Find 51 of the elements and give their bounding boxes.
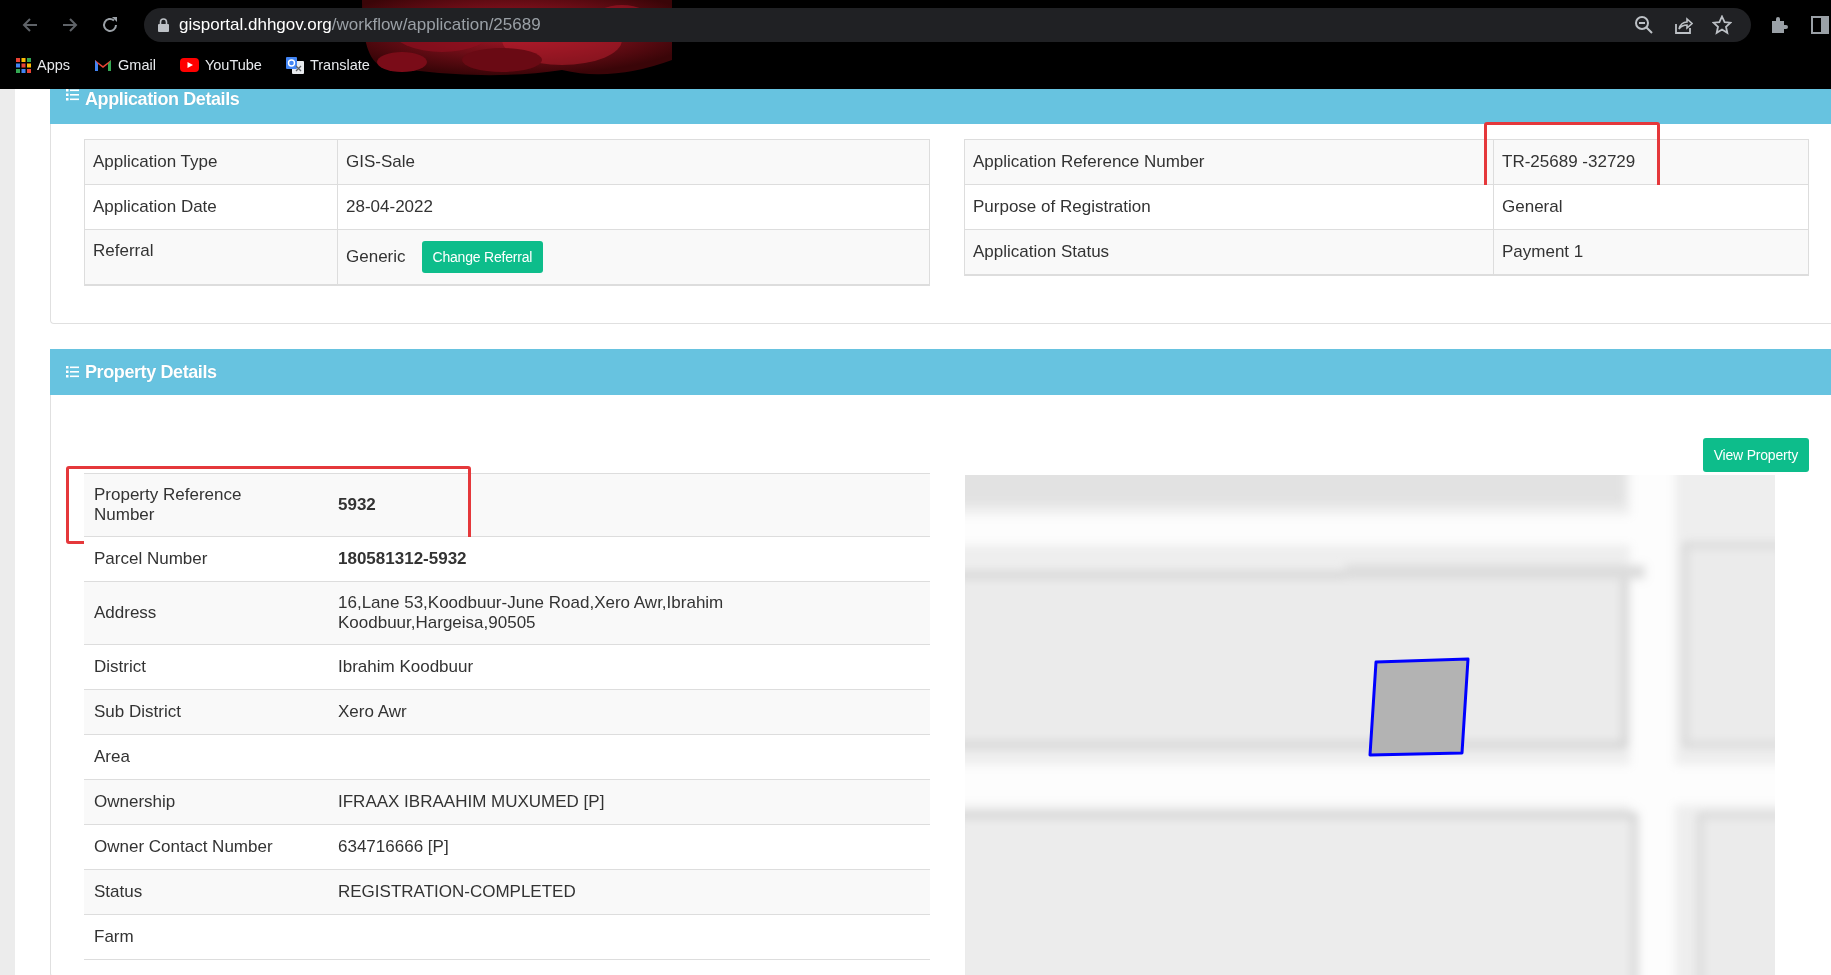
field-label: Parcel Number <box>94 549 208 569</box>
field-value: 5932 <box>338 495 376 515</box>
section-title: Application Details <box>85 89 240 110</box>
field-label: Area <box>94 747 130 767</box>
field-label: District <box>94 657 146 677</box>
field-label: Sub District <box>94 702 181 722</box>
field-label: Ownership <box>94 792 176 812</box>
list-icon <box>66 366 79 378</box>
field-value: 28-04-2022 <box>346 197 433 217</box>
zoom-out-icon[interactable] <box>1634 15 1654 35</box>
bookmark[interactable]: Gmail <box>94 57 156 73</box>
field-value: 16,Lane 53,Koodbuur-June Road,Xero Awr,Ibrahim Koodbuur,Hargeisa,90505 <box>338 593 725 633</box>
share-icon[interactable] <box>1673 15 1693 35</box>
bookmark[interactable]: Apps <box>16 57 71 73</box>
field-value: 180581312-5932 <box>338 549 467 569</box>
field-label: Owner Contact Number <box>94 837 273 857</box>
star-icon[interactable] <box>1712 15 1732 35</box>
lock-icon <box>158 18 169 32</box>
list-icon <box>66 89 79 101</box>
section-title: Property Details <box>85 361 217 383</box>
field-label: Address <box>94 603 157 623</box>
field-value: GIS-Sale <box>346 152 415 172</box>
field-label: Application Reference Number <box>973 152 1205 172</box>
url-text: gisportal.dhhgov.org/workflow/application/25689 <box>179 15 541 35</box>
puzzle-icon[interactable] <box>1769 15 1789 35</box>
field-value: REGISTRATION-COMPLETED <box>338 882 576 902</box>
field-label: Farm <box>94 927 134 947</box>
play-icon <box>179 58 199 72</box>
field-label: Application Date <box>93 197 217 217</box>
field-value: Xero Awr <box>338 702 407 722</box>
field-label: Referral <box>93 241 154 261</box>
side-panel-icon[interactable] <box>1811 16 1829 34</box>
translate-icon <box>285 56 304 74</box>
address-bar[interactable]: gisportal.dhhgov.org/workflow/application/25689 <box>144 8 1751 42</box>
field-value: Ibrahim Koodbuur <box>338 657 474 677</box>
field-label: Status <box>94 882 143 902</box>
field-value: General <box>1502 197 1563 217</box>
field-value: IFRAAX IBRAAHIM MUXUMED [P] <box>338 792 605 812</box>
mail-icon <box>94 58 113 72</box>
field-label: Property Reference Number <box>94 485 243 525</box>
field-value: 634716666 [P] <box>338 837 449 857</box>
field-label: Purpose of Registration <box>973 197 1151 217</box>
field-label: Application Type <box>93 152 218 172</box>
field-value: Payment 1 <box>1502 242 1584 262</box>
bookmark[interactable]: Translate <box>285 56 370 74</box>
apps-grid-icon <box>16 57 31 73</box>
bookmark[interactable]: YouTube <box>179 57 262 73</box>
field-value: TR-25689 -32729 <box>1502 152 1636 172</box>
reload-icon[interactable] <box>100 15 120 35</box>
field-value: Generic <box>346 247 406 267</box>
field-label: Application Status <box>973 242 1110 262</box>
